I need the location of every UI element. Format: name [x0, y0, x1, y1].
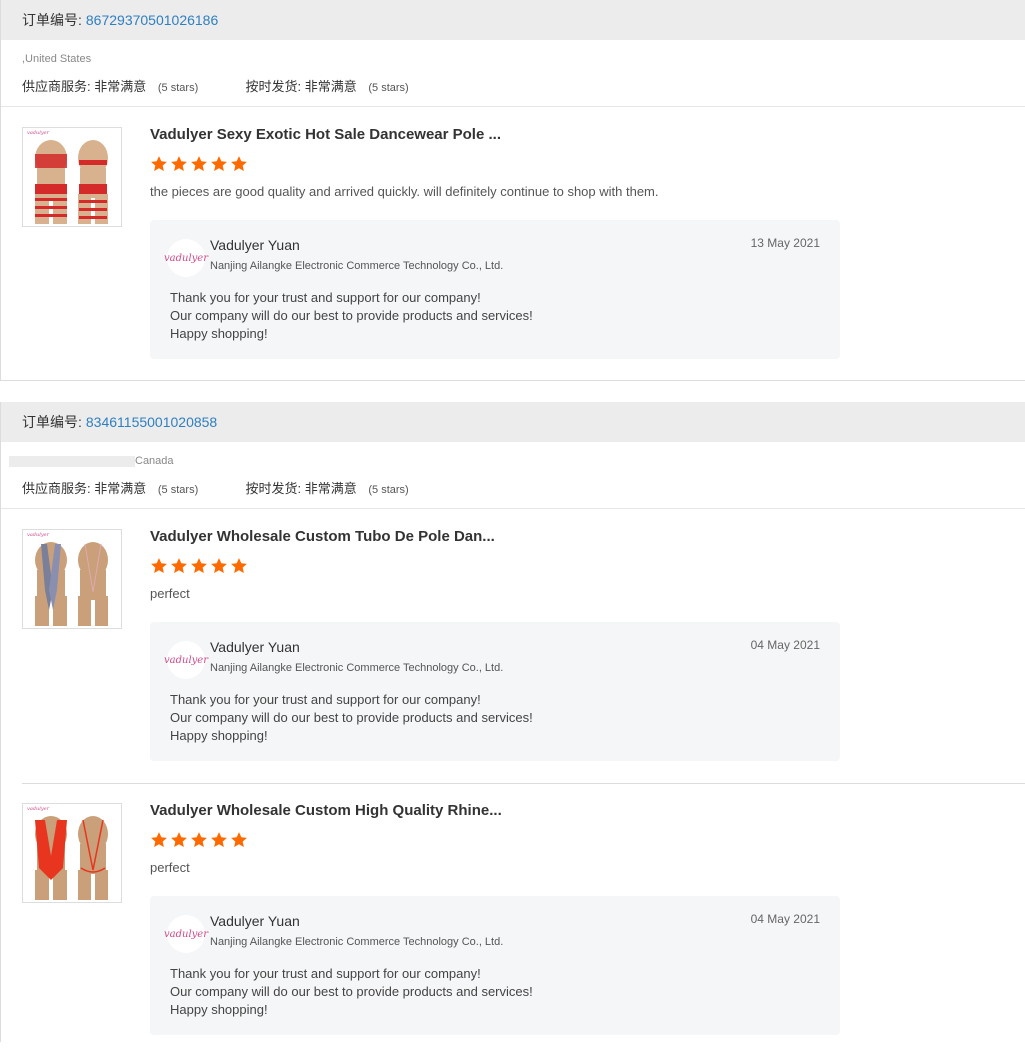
product-title[interactable]: Vadulyer Wholesale Custom High Quality R… — [150, 802, 502, 819]
seller-name: Vadulyer Yuan — [210, 237, 300, 253]
star-icon — [211, 156, 227, 172]
reply-message: Thank you for your trust and support for… — [170, 965, 533, 1019]
thumbnail-brand: vadulyer — [27, 806, 49, 812]
reply-line-2: Our company will do our best to provide … — [170, 984, 533, 999]
buyer-country-row: Canada — [9, 455, 174, 467]
supplier-service-value: 非常满意 — [94, 79, 147, 94]
star-icon — [231, 156, 247, 172]
product-thumbnail[interactable]: vadulyer — [22, 803, 122, 903]
star-icon — [191, 832, 207, 848]
reply-line-2: Our company will do our best to provide … — [170, 710, 533, 725]
reply-line-1: Thank you for your trust and support for… — [170, 290, 481, 305]
on-time-value: 非常满意 — [304, 481, 357, 496]
star-icon — [211, 558, 227, 574]
star-rating — [150, 831, 248, 849]
reply-line-1: Thank you for your trust and support for… — [170, 692, 481, 707]
review-item: vadulyer Vadulyer Wholesale Custom Tubo … — [1, 509, 1025, 782]
order-number-link[interactable]: 83461155001020858 — [86, 414, 217, 430]
order-header: 订单编号: 86729370501026186 — [1, 0, 1025, 40]
supplier-service-label: 供应商服务: — [22, 481, 91, 496]
on-time-stars: (5 stars) — [368, 484, 409, 496]
star-icon — [231, 558, 247, 574]
star-icon — [191, 558, 207, 574]
reply-line-2: Our company will do our best to provide … — [170, 308, 533, 323]
reply-date: 04 May 2021 — [750, 638, 820, 652]
seller-reply: vadulyer Vadulyer Yuan Nanjing Ailangke … — [150, 220, 840, 359]
seller-name: Vadulyer Yuan — [210, 913, 300, 929]
order-card: 订单编号: 83461155001020858 Canada 供应商服务: 非常… — [0, 402, 1025, 1042]
reply-line-3: Happy shopping! — [170, 728, 268, 743]
star-icon — [171, 832, 187, 848]
order-number-label: 订单编号: — [22, 12, 82, 28]
star-icon — [171, 558, 187, 574]
review-item: vadulyer Vadulyer Sexy Exotic Hot Sale D… — [1, 107, 1025, 380]
review-text: perfect — [150, 860, 190, 875]
avatar-brand: vadulyer — [164, 928, 208, 940]
on-time-label: 按时发货: — [245, 481, 302, 496]
reply-message: Thank you for your trust and support for… — [170, 289, 533, 343]
product-thumbnail[interactable]: vadulyer — [22, 127, 122, 227]
review-text: the pieces are good quality and arrived … — [150, 184, 659, 199]
on-time-value: 非常满意 — [304, 79, 357, 94]
star-icon — [231, 832, 247, 848]
buyer-country: ,United States — [22, 53, 92, 65]
order-ratings: 供应商服务: 非常满意 (5 stars) 按时发货: 非常满意 (5 star… — [22, 76, 409, 95]
star-rating — [150, 155, 248, 173]
supplier-service-label: 供应商服务: — [22, 79, 91, 94]
order-number-link[interactable]: 86729370501026186 — [86, 12, 218, 28]
seller-name: Vadulyer Yuan — [210, 639, 300, 655]
star-icon — [151, 558, 167, 574]
product-title[interactable]: Vadulyer Wholesale Custom Tubo De Pole D… — [150, 528, 495, 545]
seller-avatar: vadulyer — [164, 239, 208, 277]
redacted-name — [9, 455, 135, 467]
order-card: 订单编号: 86729370501026186 ,United States 供… — [0, 0, 1025, 381]
order-ratings: 供应商服务: 非常满意 (5 stars) 按时发货: 非常满意 (5 star… — [22, 478, 409, 497]
reply-message: Thank you for your trust and support for… — [170, 691, 533, 745]
product-image — [23, 530, 121, 628]
star-icon — [191, 156, 207, 172]
star-icon — [211, 832, 227, 848]
star-icon — [151, 832, 167, 848]
reply-line-3: Happy shopping! — [170, 1002, 268, 1017]
on-time-stars: (5 stars) — [368, 82, 409, 94]
supplier-service-stars: (5 stars) — [157, 82, 199, 94]
thumbnail-brand: vadulyer — [27, 532, 49, 538]
product-image — [23, 804, 121, 902]
seller-reply: vadulyer Vadulyer Yuan Nanjing Ailangke … — [150, 622, 840, 761]
buyer-country: Canada — [135, 455, 174, 467]
supplier-service-stars: (5 stars) — [157, 484, 199, 496]
product-title[interactable]: Vadulyer Sexy Exotic Hot Sale Dancewear … — [150, 126, 501, 143]
star-icon — [171, 156, 187, 172]
order-meta: ,United States 供应商服务: 非常满意 (5 stars) 按时发… — [1, 40, 1025, 107]
reply-date: 13 May 2021 — [750, 236, 820, 250]
reply-line-3: Happy shopping! — [170, 326, 268, 341]
order-header: 订单编号: 83461155001020858 — [1, 402, 1025, 442]
star-rating — [150, 557, 248, 575]
seller-avatar: vadulyer — [164, 641, 208, 679]
product-thumbnail[interactable]: vadulyer — [22, 529, 122, 629]
seller-company: Nanjing Ailangke Electronic Commerce Tec… — [210, 936, 504, 948]
order-meta: Canada 供应商服务: 非常满意 (5 stars) 按时发货: 非常满意 … — [1, 442, 1025, 509]
supplier-service-value: 非常满意 — [94, 481, 147, 496]
avatar-brand: vadulyer — [164, 654, 208, 666]
seller-reply: vadulyer Vadulyer Yuan Nanjing Ailangke … — [150, 896, 840, 1035]
seller-company: Nanjing Ailangke Electronic Commerce Tec… — [210, 260, 504, 272]
reply-line-1: Thank you for your trust and support for… — [170, 966, 481, 981]
review-text: perfect — [150, 586, 190, 601]
order-number-label: 订单编号: — [22, 414, 82, 430]
product-image — [23, 128, 121, 226]
seller-avatar: vadulyer — [164, 915, 208, 953]
seller-company: Nanjing Ailangke Electronic Commerce Tec… — [210, 662, 504, 674]
reply-date: 04 May 2021 — [750, 912, 820, 926]
thumbnail-brand: vadulyer — [27, 130, 49, 136]
star-icon — [151, 156, 167, 172]
avatar-brand: vadulyer — [164, 252, 208, 264]
on-time-label: 按时发货: — [245, 79, 302, 94]
review-item: vadulyer Vadulyer Wholesale Custom High … — [1, 783, 1025, 1056]
